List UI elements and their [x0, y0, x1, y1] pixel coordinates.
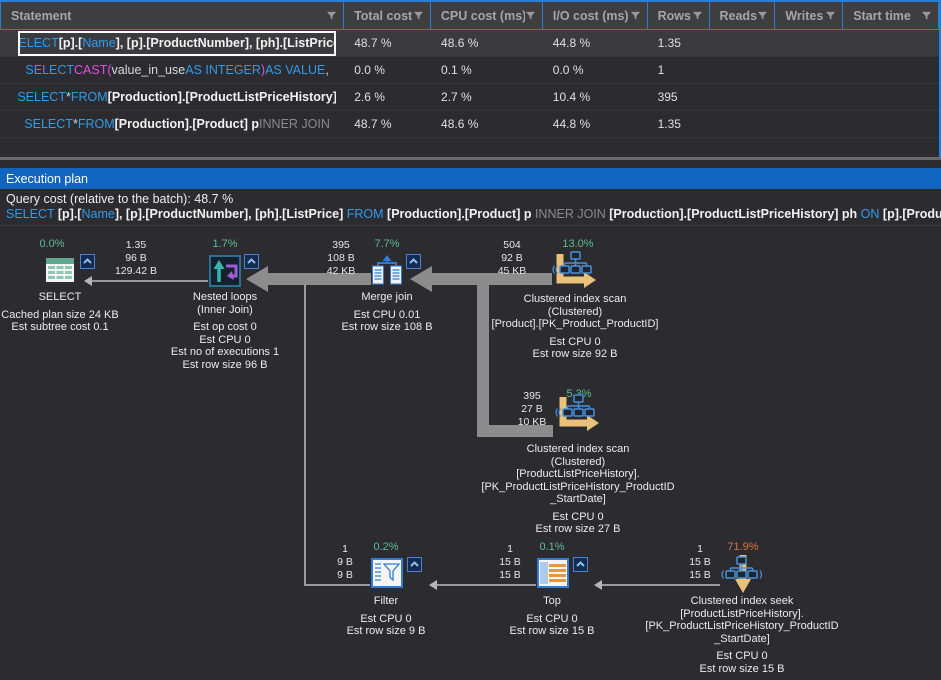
column-header-reads[interactable]: Reads — [710, 0, 776, 30]
cpu-cost-cell: 2.7 % — [431, 84, 543, 110]
edge-arrowhead — [84, 276, 92, 286]
column-header-io-cost[interactable]: I/O cost (ms) — [543, 0, 648, 30]
cpu-cost-cell: 48.6 % — [431, 111, 543, 137]
edge-arrowhead — [594, 580, 602, 590]
reads-cell — [709, 30, 775, 56]
edge-arrowhead — [429, 580, 437, 590]
statement-cell: SELECT * FROM [Production].[ProductListP… — [0, 84, 344, 110]
io-cost-cell: 44.8 % — [543, 30, 648, 56]
start-time-cell — [843, 111, 939, 137]
io-cost-cell: 10.4 % — [543, 84, 648, 110]
total-cost-cell: 0.0 % — [344, 57, 431, 83]
grid-header-row: Statement Total cost CPU cost (ms) I/O c… — [0, 0, 939, 30]
clustered-index-scan-2-node-label[interactable]: Clustered index scan (Clustered) [Produc… — [458, 443, 698, 536]
io-cost-cell: 44.8 % — [543, 111, 648, 137]
clustered-index-seek-icon[interactable] — [721, 553, 763, 600]
execution-plan-title-bar: Execution plan — [0, 168, 941, 189]
filter-funnel-icon[interactable] — [630, 10, 641, 21]
column-header-start-time[interactable]: Start time — [843, 0, 939, 30]
filter-funnel-icon[interactable] — [825, 10, 836, 21]
node-cost-percent: 13.0% — [548, 238, 608, 250]
filter-funnel-icon[interactable] — [326, 10, 337, 21]
column-header-rows[interactable]: Rows — [648, 0, 710, 30]
total-cost-cell: 48.7 % — [344, 30, 431, 56]
statement-row-1[interactable]: SELECT [p].[Name], [p].[ProductNumber], … — [0, 30, 939, 57]
writes-cell — [775, 57, 843, 83]
statement-cell: SELECT [p].[Name], [p].[ProductNumber], … — [0, 30, 344, 56]
rows-cell: 1.35 — [648, 30, 710, 56]
statements-panel: Statement Total cost CPU cost (ms) I/O c… — [0, 0, 941, 157]
edge-arrowhead — [246, 266, 268, 292]
start-time-cell — [843, 30, 939, 56]
filter-funnel-icon[interactable] — [757, 10, 768, 21]
edge-arrowhead — [410, 266, 432, 292]
column-header-cpu-cost[interactable]: CPU cost (ms) — [431, 0, 543, 30]
divider — [0, 225, 941, 226]
filter-funnel-icon[interactable] — [413, 10, 424, 21]
clustered-index-scan-icon[interactable] — [552, 250, 598, 297]
edge-stats-label: 50492 B45 KB — [477, 239, 547, 278]
edge-stats-label: 395108 B42 KB — [306, 239, 376, 278]
edge-top-to-filter — [437, 584, 536, 586]
statement-row-2[interactable]: SELECT CAST(value_in_use AS INTEGER) AS … — [0, 57, 939, 84]
collapse-button[interactable] — [244, 254, 259, 269]
rows-cell: 1 — [648, 57, 710, 83]
selected-statement-box: SELECT [p].[Name], [p].[ProductNumber], … — [18, 31, 336, 56]
plan-explorer-window: Statement Total cost CPU cost (ms) I/O c… — [0, 0, 941, 680]
filter-icon[interactable] — [371, 558, 403, 593]
merge-join-icon[interactable] — [370, 255, 404, 292]
filter-funnel-icon[interactable] — [692, 10, 703, 21]
column-header-writes[interactable]: Writes — [775, 0, 843, 30]
total-cost-cell: 48.7 % — [344, 111, 431, 137]
reads-cell — [709, 57, 775, 83]
query-cost-label: Query cost (relative to the batch): 48.7… — [6, 192, 233, 206]
statement-row-3[interactable]: SELECT * FROM [Production].[ProductListP… — [0, 84, 939, 111]
total-cost-cell: 2.6 % — [344, 84, 431, 110]
rows-cell: 1.35 — [648, 111, 710, 137]
rows-cell: 395 — [648, 84, 710, 110]
edge-filter-to-nestedloops-horizontal — [304, 584, 370, 586]
writes-cell — [775, 111, 843, 137]
clustered-index-scan-node-label[interactable]: Clustered index scan (Clustered) [Produc… — [455, 293, 695, 361]
plan-diagram-canvas: 0.0% SELECT Cached plan size 24 KB Est s… — [0, 227, 941, 680]
execution-plan-title: Execution plan — [6, 172, 88, 186]
statement-row-4[interactable]: SELECT * FROM [Production].[Product] p I… — [0, 111, 939, 138]
reads-cell — [709, 84, 775, 110]
column-header-total-cost[interactable]: Total cost — [344, 0, 431, 30]
panel-splitter[interactable] — [0, 157, 941, 160]
edge-nestedloops-to-select — [92, 280, 208, 282]
collapse-button[interactable] — [80, 254, 95, 269]
start-time-cell — [843, 57, 939, 83]
node-cost-percent: 0.0% — [22, 238, 82, 250]
edge-stats-label: 115 B15 B — [475, 543, 545, 582]
statement-cell: SELECT * FROM [Production].[Product] p I… — [0, 111, 344, 137]
writes-cell — [775, 84, 843, 110]
node-cost-percent: 1.7% — [195, 238, 255, 250]
column-header-statement[interactable]: Statement — [0, 0, 344, 30]
result-grid-icon[interactable] — [45, 255, 75, 290]
cpu-cost-cell: 48.6 % — [431, 30, 543, 56]
writes-cell — [775, 30, 843, 56]
nested-loops-icon[interactable] — [209, 255, 241, 292]
edge-stats-label: 1.3596 B129.42 B — [101, 239, 171, 278]
reads-cell — [709, 111, 775, 137]
top-icon[interactable] — [537, 558, 569, 593]
edge-stats-label: 19 B9 B — [310, 543, 380, 582]
start-time-cell — [843, 84, 939, 110]
statement-cell: SELECT CAST(value_in_use AS INTEGER) AS … — [0, 57, 344, 83]
filter-funnel-icon[interactable] — [921, 10, 932, 21]
cpu-cost-cell: 0.1 % — [431, 57, 543, 83]
clustered-index-scan-icon[interactable] — [555, 393, 601, 440]
collapse-button[interactable] — [407, 557, 422, 572]
io-cost-cell: 0.0 % — [543, 57, 648, 83]
collapse-button[interactable] — [406, 254, 421, 269]
filter-funnel-icon[interactable] — [525, 10, 536, 21]
plan-sql-statement: SELECT [p].[Name], [p].[ProductNumber], … — [6, 207, 941, 221]
collapse-button[interactable] — [573, 557, 588, 572]
clustered-index-seek-node-label[interactable]: Clustered index seek [ProductListPriceHi… — [622, 595, 862, 675]
edge-seek-to-top — [602, 584, 720, 586]
